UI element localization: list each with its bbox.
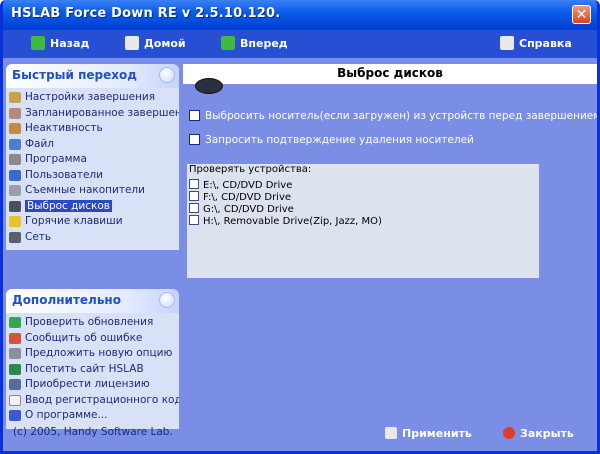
hourglass-icon bbox=[9, 92, 21, 103]
help-button[interactable]: Справка bbox=[500, 35, 572, 53]
toolbar: Назад Домой Вперед Справка bbox=[3, 30, 597, 58]
extra-item-about[interactable]: О программе... bbox=[6, 408, 179, 424]
device-item[interactable]: E:\, CD/DVD Drive bbox=[189, 179, 292, 191]
apply-icon bbox=[385, 427, 397, 439]
device-item[interactable]: F:\, CD/DVD Drive bbox=[189, 191, 291, 203]
nav-item-scheduled-shutdown[interactable]: Запланированное завершение bbox=[6, 106, 179, 122]
device-checkbox[interactable] bbox=[189, 215, 199, 225]
apply-button[interactable]: Применить bbox=[385, 426, 472, 442]
info-icon bbox=[9, 410, 21, 421]
confirm-eject-label: Запросить подтверждение удаления носител… bbox=[205, 134, 474, 146]
collapse-chevron-icon[interactable] bbox=[159, 67, 175, 83]
confirm-eject-option[interactable]: Запросить подтверждение удаления носител… bbox=[189, 132, 474, 148]
extra-item-check-updates[interactable]: Проверить обновления bbox=[6, 315, 179, 331]
nav-item-shutdown-settings[interactable]: Настройки завершения bbox=[6, 90, 179, 106]
device-checkbox[interactable] bbox=[189, 203, 199, 213]
file-search-icon bbox=[9, 138, 21, 150]
web-icon bbox=[9, 363, 21, 375]
eject-before-shutdown-label: Выбросить носитель(если загружен) из уст… bbox=[205, 110, 600, 122]
quick-nav-panel: Быстрый переход Настройки завершения Зап… bbox=[6, 64, 179, 250]
home-icon bbox=[125, 36, 139, 50]
device-checkbox[interactable] bbox=[189, 191, 199, 201]
suggest-icon bbox=[9, 348, 21, 359]
device-list: Проверять устройства: E:\, CD/DVD Drive … bbox=[187, 164, 539, 278]
confirm-eject-checkbox[interactable] bbox=[189, 134, 200, 145]
app-window: HSLAB Force Down RE v 2.5.10.120. ✕ Наза… bbox=[0, 0, 600, 454]
document-icon bbox=[9, 394, 21, 406]
close-circle-icon bbox=[503, 427, 515, 439]
timer-icon bbox=[9, 123, 21, 134]
nav-item-network[interactable]: Сеть bbox=[6, 230, 179, 246]
extra-item-report-bug[interactable]: Сообщить об ошибке bbox=[6, 331, 179, 347]
forward-button[interactable]: Вперед bbox=[221, 35, 288, 53]
clock-icon bbox=[9, 107, 21, 119]
page-title: Выброс дисков bbox=[337, 66, 443, 80]
eject-before-shutdown-checkbox[interactable] bbox=[189, 110, 200, 121]
extra-item-enter-code[interactable]: Ввод регистрационного кода bbox=[6, 393, 179, 409]
network-icon bbox=[9, 231, 21, 243]
quick-nav-list: Настройки завершения Запланированное зав… bbox=[6, 88, 179, 250]
drive-icon bbox=[9, 185, 21, 196]
close-label: Закрыть bbox=[520, 427, 574, 440]
arrow-left-icon bbox=[31, 36, 45, 50]
eject-disks-page: Выброс дисков Выбросить носитель(если за… bbox=[183, 64, 597, 450]
disk-icon bbox=[195, 78, 223, 94]
extra-item-suggest-feature[interactable]: Предложить новую опцию bbox=[6, 346, 179, 362]
close-button[interactable]: Закрыть bbox=[503, 426, 574, 442]
device-item[interactable]: H:\, Removable Drive(Zip, Jazz, MO) bbox=[189, 215, 382, 227]
extra-panel-header[interactable]: Дополнительно bbox=[6, 289, 179, 313]
extra-panel-list: Проверить обновления Сообщить об ошибке … bbox=[6, 313, 179, 429]
nav-item-file[interactable]: Файл bbox=[6, 137, 179, 153]
home-label: Домой bbox=[144, 37, 186, 50]
apply-label: Применить bbox=[402, 427, 472, 440]
help-label: Справка bbox=[519, 37, 572, 50]
window-title: HSLAB Force Down RE v 2.5.10.120. bbox=[11, 6, 281, 21]
eject-icon bbox=[9, 200, 21, 212]
nav-item-program[interactable]: Программа bbox=[6, 152, 179, 168]
back-label: Назад bbox=[50, 37, 90, 50]
bug-icon bbox=[9, 332, 21, 344]
nav-item-hotkeys[interactable]: Горячие клавиши bbox=[6, 214, 179, 230]
extra-panel-title: Дополнительно bbox=[12, 293, 121, 307]
quick-nav-header[interactable]: Быстрый переход bbox=[6, 64, 179, 88]
back-button[interactable]: Назад bbox=[31, 35, 89, 53]
extra-panel: Дополнительно Проверить обновления Сообщ… bbox=[6, 289, 179, 429]
home-button[interactable]: Домой bbox=[125, 35, 186, 53]
close-window-button[interactable]: ✕ bbox=[572, 5, 591, 24]
copyright-text: (c) 2005, Handy Software Lab. bbox=[13, 426, 173, 438]
extra-item-visit-site[interactable]: Посетить сайт HSLAB bbox=[6, 362, 179, 378]
nav-item-eject-disks[interactable]: Выброс дисков bbox=[6, 199, 179, 215]
nav-item-inactivity[interactable]: Неактивность bbox=[6, 121, 179, 137]
program-icon bbox=[9, 154, 21, 165]
title-bar[interactable]: HSLAB Force Down RE v 2.5.10.120. ✕ bbox=[3, 0, 597, 30]
devices-label: Проверять устройства: bbox=[189, 164, 312, 175]
page-header: Выброс дисков bbox=[183, 64, 597, 84]
device-item[interactable]: G:\, CD/DVD Drive bbox=[189, 203, 294, 215]
eject-before-shutdown-option[interactable]: Выбросить носитель(если загружен) из уст… bbox=[189, 108, 600, 124]
license-icon bbox=[9, 379, 21, 390]
quick-nav-title: Быстрый переход bbox=[12, 68, 137, 82]
device-checkbox[interactable] bbox=[189, 179, 199, 189]
globe-icon bbox=[9, 317, 21, 328]
collapse-chevron-icon[interactable] bbox=[159, 292, 175, 308]
nav-item-removable-drives[interactable]: Съемные накопители bbox=[6, 183, 179, 199]
users-icon bbox=[9, 169, 21, 181]
arrow-right-icon bbox=[221, 36, 235, 50]
help-icon bbox=[500, 36, 514, 50]
forward-label: Вперед bbox=[240, 37, 288, 50]
nav-item-users[interactable]: Пользователи bbox=[6, 168, 179, 184]
lightning-icon bbox=[9, 216, 21, 227]
extra-item-buy-license[interactable]: Приобрести лицензию bbox=[6, 377, 179, 393]
